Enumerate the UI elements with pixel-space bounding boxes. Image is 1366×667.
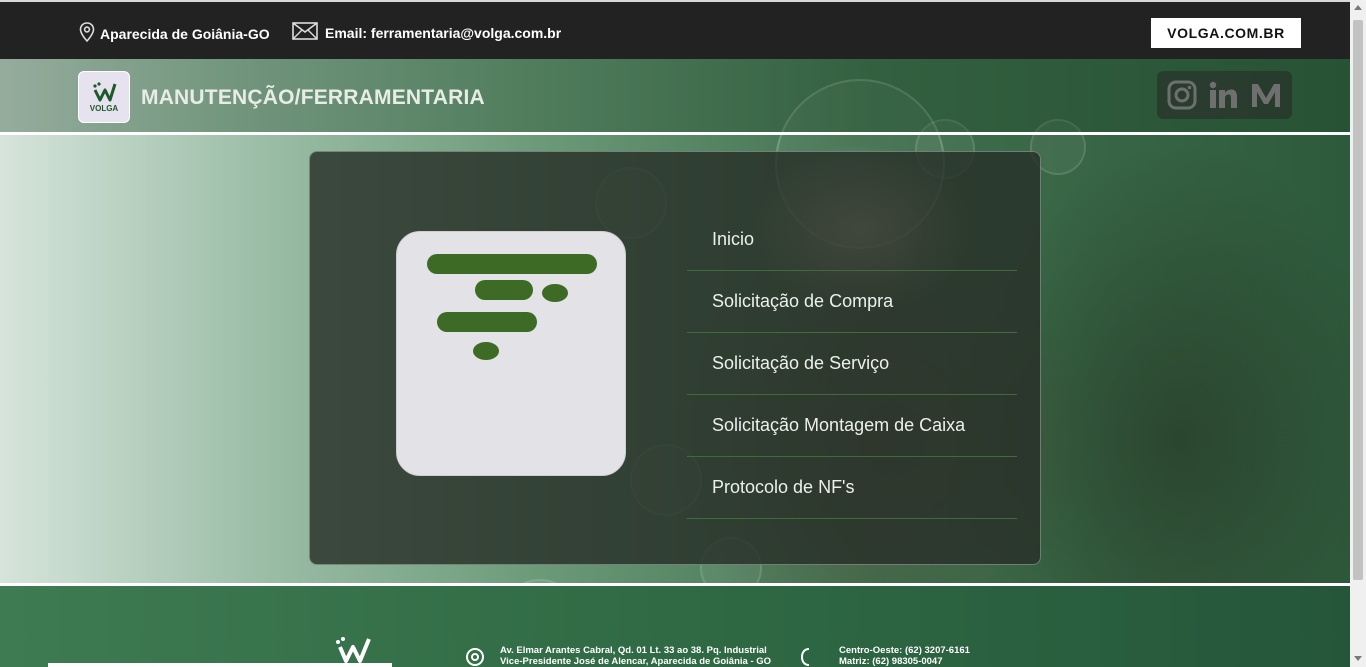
address-line-1: Av. Elmar Arantes Cabral, Qd. 01 Lt. 33 … bbox=[500, 645, 767, 656]
social-links bbox=[1157, 71, 1292, 119]
page-title: MANUTENÇÃO/FERRAMENTARIA bbox=[141, 86, 485, 109]
page-scrollbar[interactable] bbox=[1350, 0, 1366, 667]
volga-logo[interactable]: VOLGA bbox=[78, 71, 130, 123]
bottom-strip bbox=[48, 663, 392, 667]
medium-icon[interactable] bbox=[1249, 79, 1283, 111]
linkedin-icon[interactable] bbox=[1207, 79, 1239, 111]
tool-logo-icon bbox=[427, 254, 597, 360]
menu-item-inicio[interactable]: Inicio bbox=[687, 209, 1017, 271]
email-text[interactable]: Email: ferramentaria@volga.com.br bbox=[325, 25, 561, 41]
volga-mark-icon bbox=[93, 82, 117, 102]
logo-text: VOLGA bbox=[89, 104, 119, 113]
location-info: Aparecida de Goiânia-GO bbox=[79, 22, 270, 45]
footer-phones: Centro-Oeste: (62) 3207-6161 Matriz: (62… bbox=[839, 645, 970, 667]
footer-address: Av. Elmar Arantes Cabral, Qd. 01 Lt. 33 … bbox=[500, 645, 771, 667]
instagram-icon[interactable] bbox=[1166, 79, 1198, 111]
envelope-icon bbox=[292, 22, 318, 43]
phone-line-1: Centro-Oeste: (62) 3207-6161 bbox=[839, 645, 970, 656]
scrollbar-thumb[interactable] bbox=[1353, 20, 1363, 580]
ferramentaria-logo bbox=[396, 231, 626, 476]
menu-item-solicitacao-servico[interactable]: Solicitação de Serviço bbox=[687, 333, 1017, 395]
phone-line-2: Matriz: (62) 98305-0047 bbox=[839, 656, 943, 667]
menu-item-montagem-caixa[interactable]: Solicitação Montagem de Caixa bbox=[687, 395, 1017, 457]
footer-location-icon bbox=[465, 647, 485, 667]
email-info: Email: ferramentaria@volga.com.br bbox=[292, 22, 561, 43]
footer: Av. Elmar Arantes Cabral, Qd. 01 Lt. 33 … bbox=[0, 586, 1350, 667]
footer-phone-icon bbox=[800, 647, 814, 667]
top-bar: Aparecida de Goiânia-GO Email: ferrament… bbox=[0, 0, 1350, 59]
location-pin-icon bbox=[79, 22, 95, 45]
address-line-2: Vice-Presidente José de Alencar, Apareci… bbox=[500, 656, 772, 667]
menu-item-solicitacao-compra[interactable]: Solicitação de Compra bbox=[687, 271, 1017, 333]
main-menu: Inicio Solicitação de Compra Solicitação… bbox=[687, 209, 1017, 519]
location-text: Aparecida de Goiânia-GO bbox=[100, 25, 270, 42]
header-divider bbox=[0, 132, 1350, 135]
menu-item-protocolo-nf[interactable]: Protocolo de NF's bbox=[687, 457, 1017, 519]
scroll-down-arrow-icon[interactable] bbox=[1354, 656, 1362, 661]
site-link-button[interactable]: VOLGA.COM.BR bbox=[1151, 18, 1301, 48]
scroll-up-arrow-icon[interactable] bbox=[1354, 5, 1362, 10]
